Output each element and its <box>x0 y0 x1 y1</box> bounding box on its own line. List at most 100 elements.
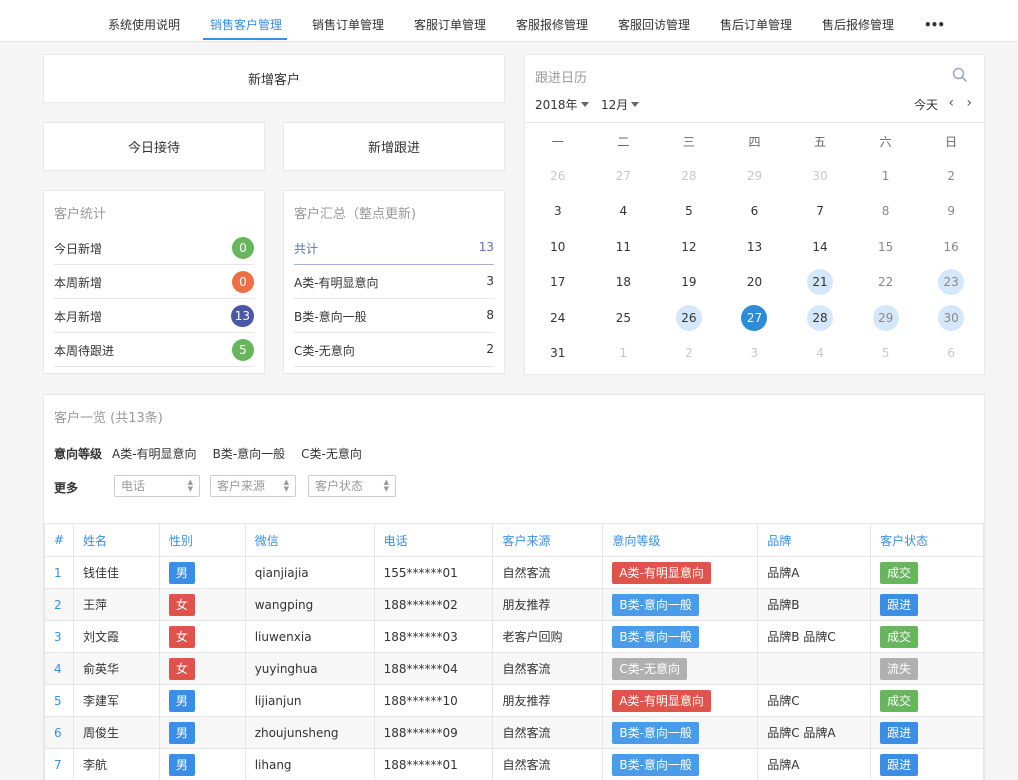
column-header-phone[interactable]: 电话 <box>373 523 494 557</box>
intent-option-a[interactable]: A类-有明显意向 <box>112 447 197 461</box>
more-tabs-icon[interactable]: ••• <box>924 0 945 42</box>
calendar-day[interactable]: 20 <box>722 265 788 301</box>
status-badge[interactable]: 跟进 <box>880 593 919 616</box>
year-select[interactable]: 2018年 <box>535 96 589 113</box>
tab-service-visits[interactable]: 客服回访管理 <box>618 0 690 42</box>
intent-badge: A类-有明显意向 <box>612 561 711 584</box>
calendar-day[interactable]: 8 <box>853 194 919 230</box>
column-header-source[interactable]: 客户来源 <box>492 523 604 557</box>
calendar-day[interactable]: 29 <box>853 300 919 336</box>
status-badge[interactable]: 跟进 <box>880 753 919 776</box>
calendar-day[interactable]: 13 <box>722 229 788 265</box>
stat-row[interactable]: 本月新增 13 <box>54 299 254 333</box>
calendar-day[interactable]: 27 <box>591 158 657 194</box>
status-badge[interactable]: 流失 <box>880 657 919 680</box>
table-row[interactable]: 6 周俊生男 zhoujunsheng 188******09 自然客流 B类-意向一般 品… <box>44 716 984 749</box>
status-badge[interactable]: 成交 <box>880 689 919 712</box>
table-row[interactable]: 1 钱佳佳男 qianjiajia 155******01 自然客流 A类-有明显意向 品牌… <box>44 556 984 589</box>
tab-sales-customers[interactable]: 销售客户管理 <box>210 0 282 42</box>
calendar-day[interactable]: 21 <box>787 265 853 301</box>
calendar-day-number: 5 <box>685 204 693 219</box>
calendar-day[interactable]: 6 <box>722 194 788 230</box>
calendar-day[interactable]: 25 <box>591 300 657 336</box>
calendar-day[interactable]: 15 <box>853 229 919 265</box>
column-header-name[interactable]: 姓名 <box>72 523 160 557</box>
stat-row[interactable]: 今日新增 0 <box>54 231 254 265</box>
new-customer-button[interactable]: 新增客户 <box>43 54 505 103</box>
column-header-wechat[interactable]: 微信 <box>244 523 375 557</box>
tab-aftersale-repairs[interactable]: 售后报修管理 <box>822 0 894 42</box>
calendar-day[interactable]: 7 <box>787 194 853 230</box>
table-row[interactable]: 5 李建军男 lijianjun 188******10 朋友推荐 A类-有明显意向 品牌C… <box>44 684 984 717</box>
table-row[interactable]: 7 李航男 lihang 188******01 自然客流 B类-意向一般 品牌A 跟进 <box>44 748 984 780</box>
tab-aftersale-orders[interactable]: 售后订单管理 <box>720 0 792 42</box>
calendar-day[interactable]: 19 <box>656 265 722 301</box>
intent-option-b[interactable]: B类-意向一般 <box>213 447 286 461</box>
column-header-brand[interactable]: 品牌 <box>757 523 872 557</box>
new-followup-button[interactable]: 新增跟进 <box>283 122 505 171</box>
month-select[interactable]: 12月 <box>601 96 640 113</box>
table-row[interactable]: 4 俞英华女 yuyinghua 188******04 自然客流 C类-无意向 流失 <box>44 652 984 685</box>
column-header-intent[interactable]: 意向等级 <box>602 523 759 557</box>
calendar-day[interactable]: 14 <box>787 229 853 265</box>
calendar-day[interactable]: 5 <box>853 336 919 372</box>
calendar-day[interactable]: 1 <box>591 336 657 372</box>
phone-filter-select[interactable]: 电话 ▲ ▼ <box>114 475 200 497</box>
stat-row[interactable]: 本周新增 0 <box>54 265 254 299</box>
column-header-status[interactable]: 客户状态 <box>870 523 984 557</box>
status-filter-select[interactable]: 客户状态 ▲ ▼ <box>308 475 396 497</box>
tab-service-repairs[interactable]: 客服报修管理 <box>516 0 588 42</box>
calendar-day[interactable]: 28 <box>787 300 853 336</box>
calendar-day[interactable]: 30 <box>918 300 984 336</box>
calendar-day[interactable]: 30 <box>787 158 853 194</box>
calendar-day[interactable]: 4 <box>787 336 853 372</box>
calendar-day[interactable]: 17 <box>525 265 591 301</box>
today-reception-button[interactable]: 今日接待 <box>43 122 265 171</box>
prev-month-icon[interactable]: ‹ <box>948 95 954 111</box>
brand: 品牌B 品牌C <box>757 620 872 653</box>
status-badge[interactable]: 成交 <box>880 561 919 584</box>
source-filter-select[interactable]: 客户来源 ▲ ▼ <box>210 475 296 497</box>
search-icon[interactable] <box>952 67 968 83</box>
calendar-day[interactable]: 22 <box>853 265 919 301</box>
summary-row[interactable]: B类-意向一般 8 <box>294 299 494 333</box>
calendar-day[interactable]: 6 <box>918 336 984 372</box>
table-row[interactable]: 3 刘文霞女 liuwenxia 188******03 老客户回购 B类-意向一般 品牌B… <box>44 620 984 653</box>
calendar-day[interactable]: 3 <box>525 194 591 230</box>
next-month-icon[interactable]: › <box>966 95 972 111</box>
calendar-day[interactable]: 18 <box>591 265 657 301</box>
calendar-day[interactable]: 31 <box>525 336 591 372</box>
calendar-day[interactable]: 16 <box>918 229 984 265</box>
summary-row[interactable]: A类-有明显意向 3 <box>294 265 494 299</box>
status-badge[interactable]: 成交 <box>880 625 919 648</box>
calendar-day[interactable]: 26 <box>656 300 722 336</box>
calendar-day[interactable]: 11 <box>591 229 657 265</box>
calendar-day[interactable]: 9 <box>918 194 984 230</box>
calendar-day[interactable]: 5 <box>656 194 722 230</box>
stat-row[interactable]: 本周待跟进 5 <box>54 333 254 367</box>
calendar-day[interactable]: 2 <box>918 158 984 194</box>
calendar-day[interactable]: 28 <box>656 158 722 194</box>
calendar-day[interactable]: 12 <box>656 229 722 265</box>
today-button[interactable]: 今天 <box>914 96 938 113</box>
column-header-gender[interactable]: 性别 <box>158 523 246 557</box>
calendar-day[interactable]: 23 <box>918 265 984 301</box>
calendar-day[interactable]: 10 <box>525 229 591 265</box>
tab-system-guide[interactable]: 系统使用说明 <box>108 0 180 42</box>
calendar-day[interactable]: 3 <box>722 336 788 372</box>
calendar-day[interactable]: 24 <box>525 300 591 336</box>
tab-sales-orders[interactable]: 销售订单管理 <box>312 0 384 42</box>
summary-row[interactable]: C类-无意向 2 <box>294 333 494 367</box>
table-row[interactable]: 2 王萍女 wangping 188******02 朋友推荐 B类-意向一般 品牌B 跟进 <box>44 588 984 621</box>
tab-service-orders[interactable]: 客服订单管理 <box>414 0 486 42</box>
calendar-day[interactable]: 29 <box>722 158 788 194</box>
status-badge[interactable]: 跟进 <box>880 721 919 744</box>
intent-option-c[interactable]: C类-无意向 <box>301 447 362 461</box>
column-header-index[interactable]: # <box>44 523 74 557</box>
calendar-day[interactable]: 27 <box>722 300 788 336</box>
calendar-day[interactable]: 1 <box>853 158 919 194</box>
calendar-day[interactable]: 2 <box>656 336 722 372</box>
calendar-day[interactable]: 26 <box>525 158 591 194</box>
calendar-day[interactable]: 4 <box>591 194 657 230</box>
calendar-day-number: 23 <box>938 269 965 296</box>
